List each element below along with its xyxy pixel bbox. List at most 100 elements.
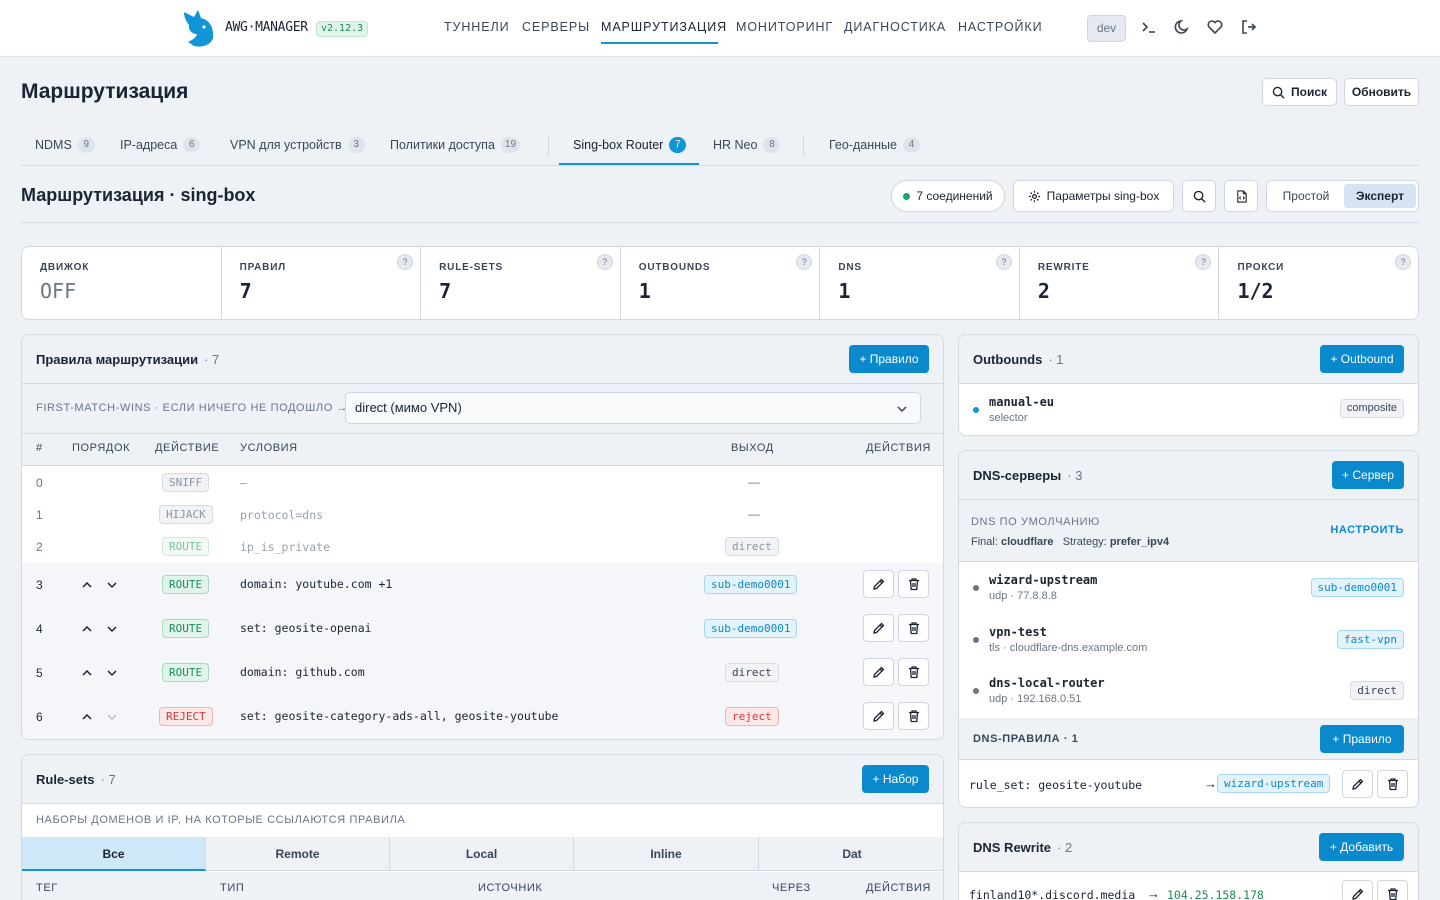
tab-vpn-devices[interactable]: VPN для устройств 3 — [230, 137, 365, 153]
filter-all[interactable]: Все — [22, 837, 206, 871]
delete-rule-button[interactable] — [898, 614, 929, 642]
configure-dns-link[interactable]: НАСТРОИТЬ — [1330, 524, 1404, 536]
help-icon[interactable]: ? — [995, 254, 1012, 270]
singbox-params-button[interactable]: Параметры sing-box — [1013, 180, 1174, 212]
move-down-icon[interactable] — [106, 579, 118, 591]
dns-server-name[interactable]: wizard-upstream — [989, 573, 1097, 587]
row-number: 2 — [36, 540, 43, 554]
heart-icon[interactable] — [1206, 18, 1226, 38]
filter-dat[interactable]: Dat — [759, 837, 943, 871]
tab-count: 9 — [77, 137, 95, 153]
col-source: ИСТОЧНИК — [478, 882, 543, 894]
tab-count: 19 — [500, 137, 521, 153]
add-dns-rule-button[interactable]: + Правило — [1320, 725, 1404, 753]
chevron-down-icon — [897, 406, 907, 413]
help-icon[interactable]: ? — [397, 254, 414, 270]
section-title: Маршрутизация · sing-box — [21, 185, 256, 205]
add-ruleset-button[interactable]: + Набор — [862, 765, 929, 793]
move-down-icon[interactable] — [106, 623, 118, 635]
table-row: 1 HIJACK protocol=dns — — [22, 499, 943, 531]
add-outbound-button[interactable]: + Outbound — [1320, 345, 1404, 373]
tab-hr-neo[interactable]: HR Neo 8 — [713, 137, 781, 153]
env-badge[interactable]: dev — [1087, 15, 1126, 42]
tab-singbox-router[interactable]: Sing-box Router 7 — [573, 137, 687, 153]
delete-rule-button[interactable] — [898, 702, 929, 730]
delete-rule-button[interactable] — [898, 570, 929, 598]
search-button[interactable]: Поиск — [1262, 78, 1337, 106]
brand-name[interactable]: AWG·MANAGER — [225, 20, 308, 35]
add-rule-button[interactable]: + Правило — [849, 345, 929, 373]
dns-server-address: udp · 192.168.0.51 — [989, 693, 1082, 705]
card-header: Rule-sets · 7 + Набор — [22, 755, 943, 804]
section-divider — [21, 222, 1419, 223]
help-icon[interactable]: ? — [1195, 254, 1212, 270]
help-icon[interactable]: ? — [796, 254, 813, 270]
outbound-name[interactable]: manual-eu — [989, 395, 1054, 409]
connections-pill[interactable]: 7 соединений — [891, 180, 1005, 212]
move-up-icon[interactable] — [81, 667, 93, 679]
output-badge: sub-demo0001 — [704, 575, 798, 594]
action-badge: ROUTE — [162, 663, 210, 682]
nav-monitoring[interactable]: МОНИТОРИНГ — [736, 20, 833, 34]
delete-rule-button[interactable] — [898, 658, 929, 686]
nav-tunnels[interactable]: ТУННЕЛИ — [444, 20, 509, 34]
edit-dns-rule-button[interactable] — [1342, 770, 1373, 798]
table-row: 2 ROUTE ip_is_private direct — [22, 531, 943, 563]
tab-label: HR Neo — [713, 138, 758, 152]
col-action: ДЕЙСТВИЕ — [155, 442, 220, 454]
delete-dns-rule-button[interactable] — [1377, 770, 1408, 798]
col-output: ВЫХОД — [731, 442, 774, 454]
help-icon[interactable]: ? — [1395, 254, 1412, 270]
mode-simple[interactable]: Простой — [1271, 184, 1341, 208]
tab-ip-addresses[interactable]: IP-адреса 6 — [120, 137, 201, 153]
dns-server-name[interactable]: vpn-test — [989, 625, 1047, 639]
nav-servers[interactable]: СЕРВЕРЫ — [522, 20, 590, 34]
card-title: Правила маршрутизации · 7 — [36, 352, 220, 367]
delete-rewrite-button[interactable] — [1377, 880, 1408, 900]
filter-inline[interactable]: Inline — [574, 837, 759, 871]
stat-label: ПРОКСИ — [1237, 262, 1285, 273]
tab-ndms[interactable]: NDMS 9 — [35, 137, 95, 153]
rule-condition: domain: github.com — [240, 665, 365, 679]
move-up-icon[interactable] — [81, 579, 93, 591]
edit-rewrite-button[interactable] — [1342, 880, 1373, 900]
row-number: 4 — [36, 622, 43, 636]
logout-icon[interactable] — [1240, 18, 1260, 38]
nav-settings[interactable]: НАСТРОЙКИ — [958, 20, 1042, 34]
move-up-icon[interactable] — [81, 711, 93, 723]
trash-icon — [908, 710, 919, 723]
nav-routing[interactable]: МАРШРУТИЗАЦИЯ — [601, 20, 727, 34]
rhino-logo-icon[interactable] — [180, 8, 216, 48]
dns-server-name[interactable]: dns-local-router — [989, 676, 1105, 690]
search-icon — [1193, 190, 1206, 203]
edit-rule-button[interactable] — [863, 614, 894, 642]
dns-server-tag: fast-vpn — [1337, 630, 1404, 649]
fallback-select[interactable]: direct (мимо VPN) — [345, 392, 921, 424]
moon-icon[interactable] — [1173, 18, 1193, 38]
routing-rules-card: Правила маршрутизации · 7 + Правило FIRST… — [21, 334, 944, 740]
move-up-icon[interactable] — [81, 623, 93, 635]
export-json-button[interactable] — [1224, 180, 1258, 212]
tab-geo-data[interactable]: Гео-данные 4 — [829, 137, 920, 153]
mode-expert[interactable]: Эксперт — [1344, 184, 1416, 208]
move-down-icon[interactable] — [106, 667, 118, 679]
stat-value: 1/2 — [1237, 279, 1274, 303]
help-icon[interactable]: ? — [596, 254, 613, 270]
edit-rule-button[interactable] — [863, 702, 894, 730]
refresh-button[interactable]: Обновить — [1344, 78, 1419, 106]
terminal-icon[interactable] — [1140, 18, 1160, 38]
edit-rule-button[interactable] — [863, 658, 894, 686]
section-search-button[interactable] — [1182, 180, 1216, 212]
fallback-bar: FIRST-MATCH-WINS · ЕСЛИ НИЧЕГО НЕ ПОДОШЛ… — [22, 384, 943, 434]
filter-remote[interactable]: Remote — [206, 837, 390, 871]
table-row: 0 SNIFF — — — [22, 467, 943, 499]
dns-server-address: tls · cloudflare-dns.example.com — [989, 642, 1148, 654]
edit-rule-button[interactable] — [863, 570, 894, 598]
mode-switch: Простой Эксперт — [1266, 180, 1419, 212]
add-dns-server-button[interactable]: + Сервер — [1332, 461, 1404, 489]
add-rewrite-button[interactable]: + Добавить — [1319, 833, 1404, 861]
action-badge: ROUTE — [162, 537, 210, 556]
tab-access-policies[interactable]: Политики доступа 19 — [390, 137, 521, 153]
filter-local[interactable]: Local — [390, 837, 574, 871]
nav-diagnostics[interactable]: ДИАГНОСТИКА — [844, 20, 946, 34]
